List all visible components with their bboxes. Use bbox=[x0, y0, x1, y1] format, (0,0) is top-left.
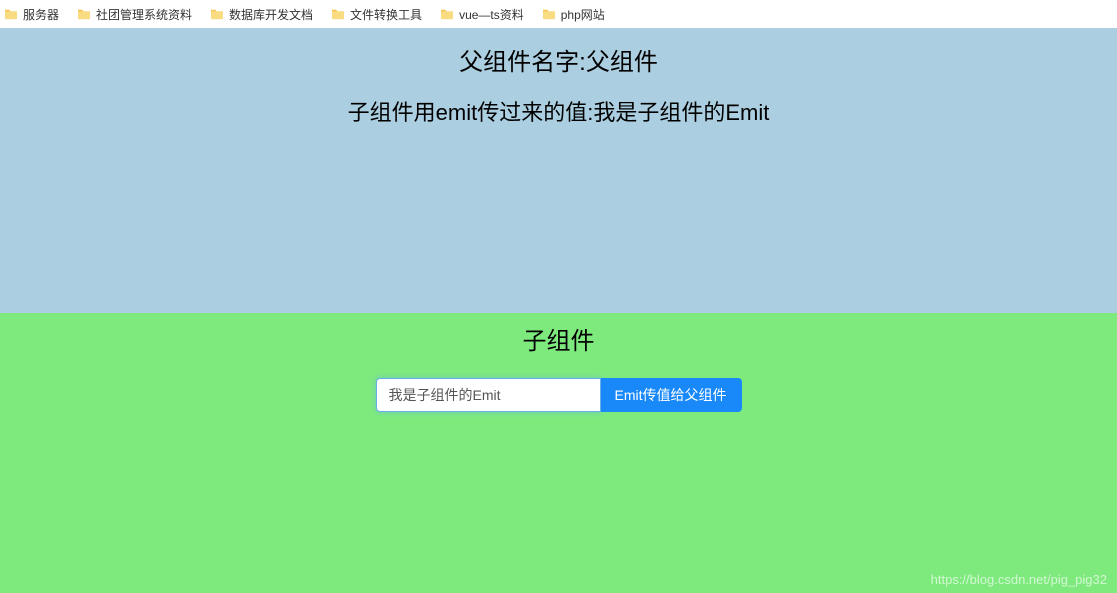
parent-emit-text: 子组件用emit传过来的值:我是子组件的Emit bbox=[0, 95, 1117, 127]
emit-input-group: Emit传值给父组件 bbox=[376, 378, 742, 412]
bookmark-label: 文件转换工具 bbox=[350, 6, 422, 23]
folder-icon bbox=[210, 8, 224, 20]
bookmarks-bar: 服务器 社团管理系统资料 数据库开发文档 文件转换工具 vue—ts资料 php… bbox=[0, 0, 1117, 28]
bookmark-label: 服务器 bbox=[23, 6, 59, 23]
watermark: https://blog.csdn.net/pig_pig32 bbox=[931, 572, 1107, 587]
bookmark-item[interactable]: 文件转换工具 bbox=[331, 6, 422, 23]
bookmark-item[interactable]: 社团管理系统资料 bbox=[77, 6, 192, 23]
parent-component-panel: 父组件名字:父组件 子组件用emit传过来的值:我是子组件的Emit bbox=[0, 28, 1117, 313]
emit-button[interactable]: Emit传值给父组件 bbox=[601, 378, 742, 412]
bookmark-label: 数据库开发文档 bbox=[229, 6, 313, 23]
folder-icon bbox=[542, 8, 556, 20]
bookmark-label: 社团管理系统资料 bbox=[96, 6, 192, 23]
bookmark-item[interactable]: 服务器 bbox=[4, 6, 59, 23]
bookmark-label: php网站 bbox=[561, 6, 605, 23]
bookmark-item[interactable]: 数据库开发文档 bbox=[210, 6, 313, 23]
bookmark-label: vue—ts资料 bbox=[459, 6, 524, 23]
child-component-panel: 子组件 Emit传值给父组件 bbox=[0, 313, 1117, 593]
bookmark-item[interactable]: vue—ts资料 bbox=[440, 6, 524, 23]
folder-icon bbox=[77, 8, 91, 20]
parent-title: 父组件名字:父组件 bbox=[0, 42, 1117, 77]
child-title: 子组件 bbox=[0, 321, 1117, 356]
bookmark-item[interactable]: php网站 bbox=[542, 6, 605, 23]
emit-value-input[interactable] bbox=[376, 378, 601, 412]
folder-icon bbox=[440, 8, 454, 20]
folder-icon bbox=[4, 8, 18, 20]
folder-icon bbox=[331, 8, 345, 20]
